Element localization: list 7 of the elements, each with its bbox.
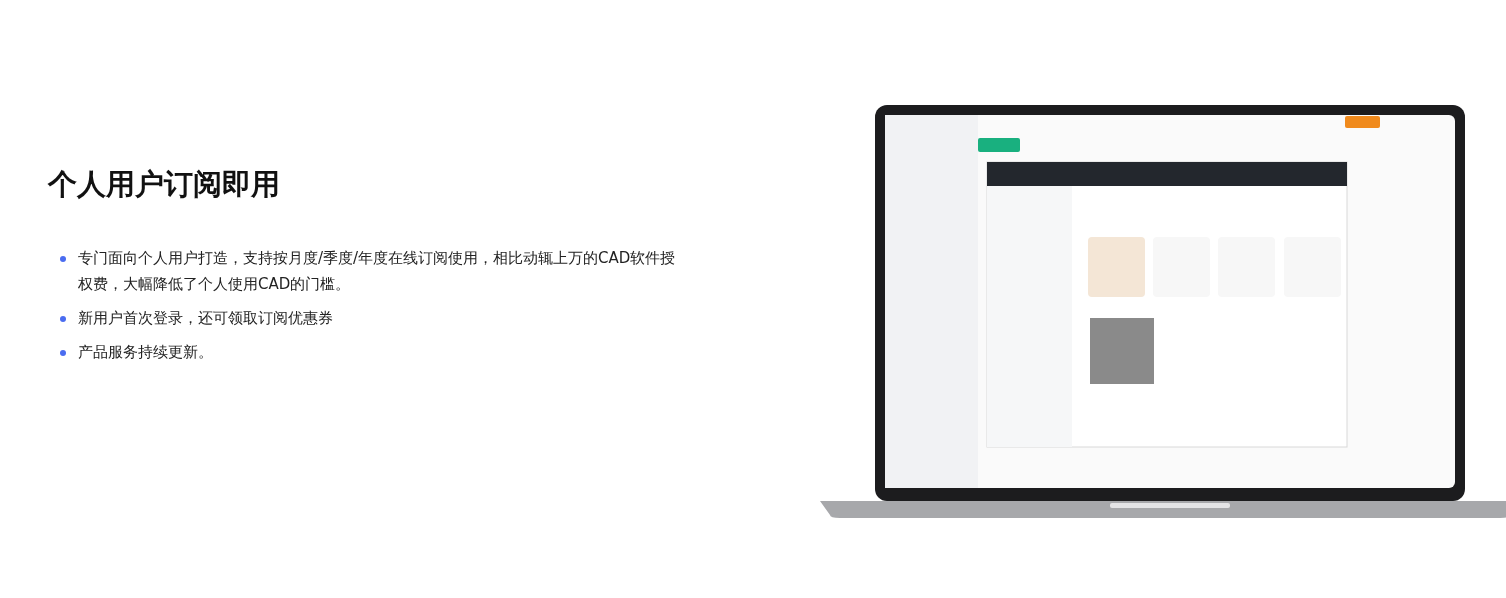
- bullet-text: 产品服务持续更新。: [78, 342, 214, 363]
- bullet-dot: [60, 350, 66, 356]
- bullet-dot: [60, 316, 66, 322]
- bullet-text: 新用户首次登录，还可领取订阅优惠券: [78, 308, 334, 329]
- section-heading: 个人用户订阅即用: [48, 166, 280, 202]
- bullet-text: 专门面向个人用户打造，支持按月度/季度/年度在线订阅使用，相比动辄上万的CAD软件授权费，大幅降低了个人使用CAD的门槛。: [78, 248, 677, 295]
- bullet-dot: [60, 256, 66, 262]
